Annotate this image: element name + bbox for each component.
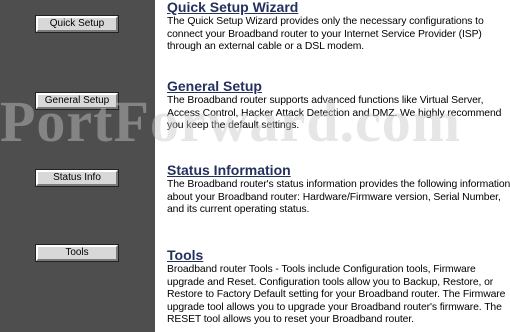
status-info-button[interactable]: Status Info (35, 169, 119, 187)
main-content: Quick Setup Wizard The Quick Setup Wizar… (155, 0, 510, 332)
sidebar-nav: Quick Setup General Setup Status Info To… (0, 0, 155, 332)
quick-setup-description: The Quick Setup Wizard provides only the… (167, 16, 484, 52)
status-info-description: The Broadband router's status informatio… (167, 179, 510, 215)
tools-section: Tools Broadband router Tools - Tools inc… (167, 248, 510, 327)
general-setup-title[interactable]: General Setup (167, 79, 510, 94)
tools-description: Broadband router Tools - Tools include C… (167, 264, 506, 325)
quick-setup-title[interactable]: Quick Setup Wizard (167, 0, 510, 15)
status-info-title[interactable]: Status Information (167, 163, 510, 178)
tools-title[interactable]: Tools (167, 248, 510, 263)
quick-setup-section: Quick Setup Wizard The Quick Setup Wizar… (167, 0, 510, 54)
general-setup-section: General Setup The Broadband router suppo… (167, 79, 510, 133)
quick-setup-button[interactable]: Quick Setup (35, 15, 119, 33)
status-info-section: Status Information The Broadband router'… (167, 163, 510, 217)
tools-button[interactable]: Tools (35, 244, 119, 262)
general-setup-button[interactable]: General Setup (35, 92, 119, 110)
general-setup-description: The Broadband router supports advanced f… (167, 95, 502, 131)
